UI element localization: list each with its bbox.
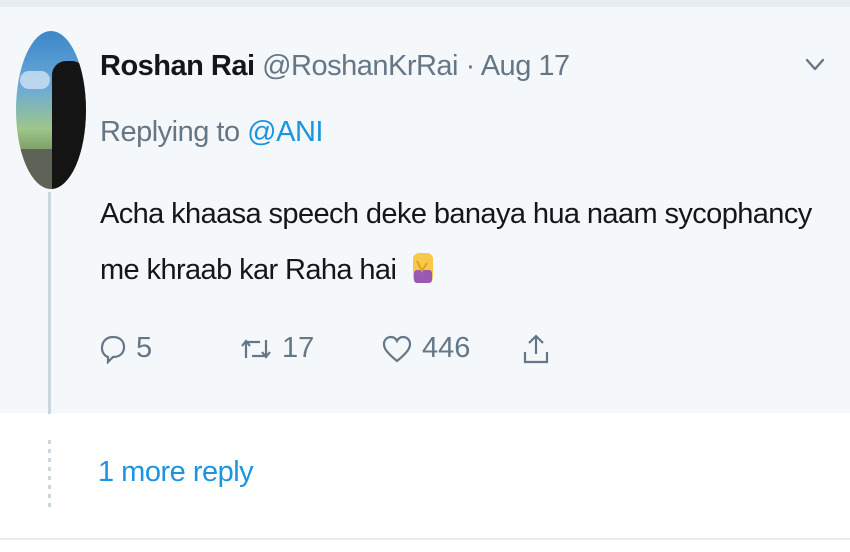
replying-prefix: Replying to (100, 116, 240, 148)
tweet-text-content: Acha khaasa speech deke banaya hua naam … (100, 198, 812, 286)
top-divider (0, 0, 850, 7)
chevron-down-icon[interactable] (803, 52, 827, 76)
tweet-text: Acha khaasa speech deke banaya hua naam … (100, 186, 830, 298)
retweet-count: 17 (282, 332, 315, 364)
reply-button[interactable]: 5 (100, 332, 152, 365)
retweet-button[interactable]: 17 (240, 332, 314, 365)
author-handle[interactable]: @RoshanKrRai (262, 50, 458, 82)
like-button[interactable]: 446 (382, 332, 470, 365)
replying-mention-link[interactable]: @ANI (247, 116, 323, 148)
tweet-header: Roshan Rai @RoshanKrRai · Aug 17 (100, 50, 570, 83)
thread-line (48, 192, 51, 414)
avatar-person (52, 61, 86, 189)
more-replies-link[interactable]: 1 more reply (98, 456, 254, 489)
reply-icon (100, 335, 126, 364)
share-icon (523, 334, 549, 364)
avatar[interactable] (16, 31, 86, 189)
woman-facepalming-emoji-icon (412, 253, 433, 283)
thread-dots (48, 440, 51, 510)
like-count: 446 (422, 332, 471, 364)
header-separator: · (465, 50, 476, 82)
avatar-cloud (20, 71, 50, 89)
reply-count: 5 (136, 332, 153, 364)
tweet-date[interactable]: Aug 17 (481, 50, 570, 82)
author-name[interactable]: Roshan Rai (100, 50, 255, 82)
replying-to: Replying to @ANI (100, 116, 323, 149)
avatar-road (16, 149, 56, 189)
share-button[interactable] (522, 332, 550, 366)
heart-icon (382, 335, 412, 362)
retweet-icon (241, 338, 271, 359)
